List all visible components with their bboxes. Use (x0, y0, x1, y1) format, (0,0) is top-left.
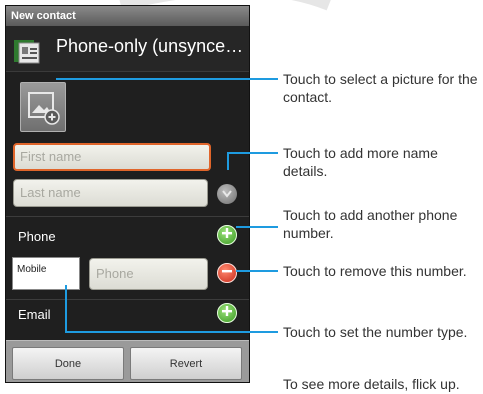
callout-line-add-phone (236, 226, 278, 228)
callout-name-details: Touch to add more name details. (283, 145, 438, 179)
done-button[interactable]: Done (12, 347, 124, 380)
callout-line-name (227, 152, 278, 154)
phone-section-label: Phone (18, 229, 56, 244)
callout-remove-number: Touch to remove this number. (283, 263, 467, 279)
callout-picture: Touch to select a picture for the contac… (283, 71, 478, 105)
callout-line-type (65, 331, 278, 333)
screen-title: New contact (6, 6, 249, 26)
chevron-down-icon (222, 185, 232, 203)
callout-line-name-vert (227, 152, 229, 170)
remove-phone-button[interactable] (217, 263, 237, 283)
callout-flick-up: To see more details, flick up. (283, 376, 460, 392)
section-divider (6, 299, 249, 300)
first-name-field[interactable]: First name (13, 143, 211, 171)
plus-icon (221, 226, 233, 244)
account-row[interactable]: Phone-only (unsynce… (6, 26, 249, 72)
phone-field[interactable]: Phone (89, 258, 208, 290)
phone-type-select[interactable]: Mobile (12, 257, 80, 290)
callout-line-picture (56, 78, 278, 80)
section-divider (6, 216, 249, 217)
callout-line-remove (236, 270, 278, 272)
expand-name-button[interactable] (217, 184, 237, 204)
email-section-label: Email (18, 307, 51, 322)
revert-button[interactable]: Revert (130, 347, 242, 380)
callout-number-type: Touch to set the number type. (283, 324, 468, 340)
callout-add-phone: Touch to add another phone number. (283, 207, 458, 241)
account-name: Phone-only (unsynce… (56, 36, 244, 56)
contact-photo-button[interactable] (20, 82, 66, 132)
phone-screen: New contact Phone-only (unsynce… First n… (5, 5, 250, 383)
minus-icon (221, 264, 233, 282)
contact-card-icon (14, 38, 42, 64)
add-phone-button[interactable] (217, 225, 237, 245)
callout-line-type-vert (65, 285, 67, 332)
plus-icon (221, 304, 233, 322)
last-name-field[interactable]: Last name (13, 179, 208, 207)
bottom-action-bar: Done Revert (6, 340, 249, 382)
add-email-button[interactable] (217, 303, 237, 323)
